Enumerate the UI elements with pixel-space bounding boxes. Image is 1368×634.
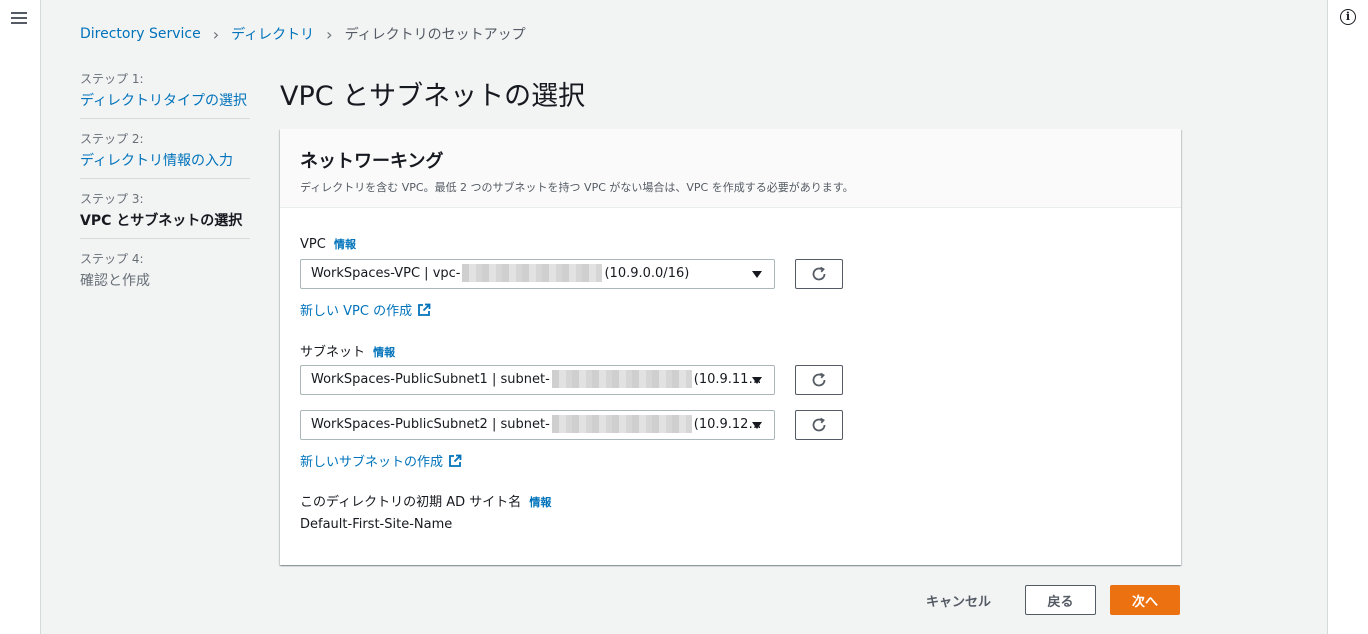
step-1: ステップ 1: ディレクトリタイプの選択: [80, 70, 250, 119]
vpc-select-prefix: WorkSpaces-VPC | vpc-: [311, 266, 461, 281]
caret-down-icon: [752, 377, 762, 384]
create-vpc-link-text: 新しい VPC の作成: [300, 304, 413, 319]
step-number: ステップ 3:: [80, 192, 144, 206]
external-link-icon: [418, 303, 431, 316]
breadcrumb-current: ディレクトリのセットアップ: [344, 27, 526, 43]
subnet1-select[interactable]: WorkSpaces-PublicSubnet1 | subnet- (10.9.…: [300, 365, 775, 395]
step-current-vpc: VPC とサブネットの選択: [80, 213, 243, 229]
step-4: ステップ 4: 確認と作成: [80, 250, 250, 298]
refresh-icon: [812, 372, 826, 387]
ad-site-info-link[interactable]: 情報: [529, 496, 551, 509]
info-icon[interactable]: i: [1340, 9, 1356, 25]
step-link-directory-type[interactable]: ディレクトリタイプの選択: [80, 90, 250, 110]
create-subnet-link-text: 新しいサブネットの作成: [300, 455, 444, 470]
ad-site-label-text: このディレクトリの初期 AD サイト名: [300, 495, 522, 510]
breadcrumb-directories[interactable]: ディレクトリ: [231, 24, 314, 44]
back-button[interactable]: 戻る: [1025, 585, 1096, 615]
redacted-id: [462, 263, 603, 282]
subnet-label-text: サブネット: [300, 345, 366, 360]
redacted-id: [551, 414, 692, 433]
subnet1-refresh-button[interactable]: [795, 365, 843, 395]
vpc-select[interactable]: WorkSpaces-VPC | vpc- (10.9.0.0/16): [300, 259, 775, 289]
redacted-id: [551, 369, 692, 388]
panel-header: ネットワーキング ディレクトリを含む VPC。最低 2 つのサブネットを持つ V…: [280, 129, 1181, 208]
step-link-directory-info[interactable]: ディレクトリ情報の入力: [80, 150, 250, 170]
breadcrumb: Directory Service › ディレクトリ › ディレクトリのセットア…: [80, 24, 526, 44]
panel-title: ネットワーキング: [300, 151, 444, 172]
hamburger-menu-icon[interactable]: [11, 12, 27, 26]
networking-panel: ネットワーキング ディレクトリを含む VPC。最低 2 つのサブネットを持つ V…: [280, 129, 1181, 565]
vpc-refresh-button[interactable]: [795, 259, 843, 289]
external-link-icon: [449, 454, 462, 467]
wizard-steps: ステップ 1: ディレクトリタイプの選択 ステップ 2: ディレクトリ情報の入力…: [80, 70, 250, 309]
refresh-icon: [812, 266, 826, 281]
step-number: ステップ 1:: [80, 72, 144, 86]
step-number: ステップ 2:: [80, 132, 144, 146]
breadcrumb-directory-service[interactable]: Directory Service: [80, 26, 201, 42]
page-title: VPC とサブネットの選択: [280, 81, 586, 112]
subnet2-prefix: WorkSpaces-PublicSubnet2 | subnet-: [311, 417, 550, 432]
vpc-label: VPC 情報: [300, 236, 356, 252]
subnet-label: サブネット 情報: [300, 341, 395, 360]
chevron-right-icon: ›: [212, 24, 220, 44]
caret-down-icon: [752, 271, 762, 278]
refresh-icon: [812, 417, 826, 432]
vpc-info-link[interactable]: 情報: [334, 238, 356, 251]
step-number: ステップ 4:: [80, 252, 144, 266]
panel-description: ディレクトリを含む VPC。最低 2 つのサブネットを持つ VPC がない場合は…: [300, 181, 854, 194]
create-subnet-link[interactable]: 新しいサブネットの作成: [300, 451, 462, 470]
ad-site-value: Default-First-Site-Name: [300, 517, 453, 532]
subnet-info-link[interactable]: 情報: [373, 346, 395, 359]
step-2: ステップ 2: ディレクトリ情報の入力: [80, 130, 250, 179]
wizard-actions: キャンセル 戻る 次へ: [926, 585, 1180, 615]
create-vpc-link[interactable]: 新しい VPC の作成: [300, 300, 431, 319]
subnet1-prefix: WorkSpaces-PublicSubnet1 | subnet-: [311, 372, 550, 387]
vpc-select-cidr: (10.9.0.0/16): [604, 266, 690, 281]
cancel-button[interactable]: キャンセル: [926, 591, 991, 610]
caret-down-icon: [752, 422, 762, 429]
next-button[interactable]: 次へ: [1110, 585, 1180, 615]
ad-site-label: このディレクトリの初期 AD サイト名 情報: [300, 491, 551, 510]
right-tools-rail: i: [1327, 0, 1368, 634]
vpc-label-text: VPC: [300, 237, 326, 252]
left-navigation-rail: [0, 0, 41, 634]
step-review-create: 確認と作成: [80, 273, 150, 289]
chevron-right-icon: ›: [326, 24, 333, 44]
step-3: ステップ 3: VPC とサブネットの選択: [80, 190, 250, 239]
subnet2-refresh-button[interactable]: [795, 410, 843, 440]
subnet2-select[interactable]: WorkSpaces-PublicSubnet2 | subnet- (10.9.…: [300, 410, 775, 440]
